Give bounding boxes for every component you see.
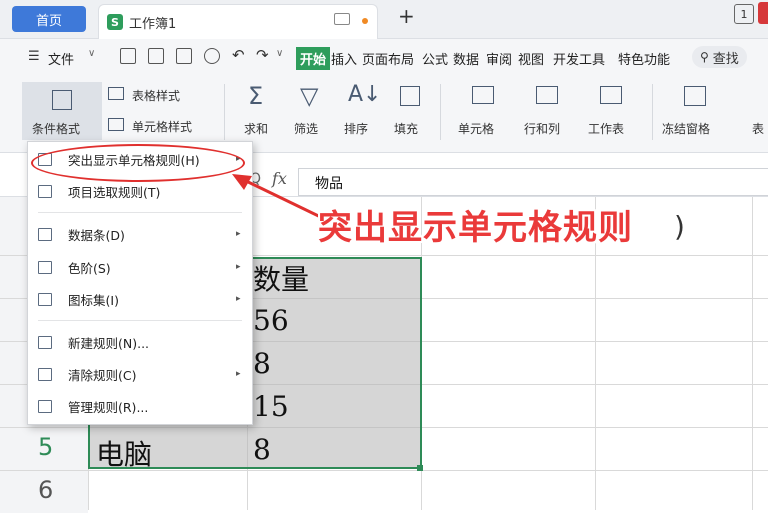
print-icon[interactable] bbox=[148, 48, 164, 64]
formula-input[interactable]: 物品 bbox=[298, 168, 768, 196]
ribbon-divider bbox=[652, 84, 653, 140]
annotation-label: 突出显示单元格规则 bbox=[318, 208, 633, 248]
tab-data[interactable]: 数据 bbox=[453, 49, 479, 68]
tab-insert[interactable]: 插入 bbox=[331, 49, 357, 68]
sort-icon: A↓ bbox=[348, 82, 382, 107]
cell-icon bbox=[472, 86, 494, 104]
clear-rules-icon bbox=[38, 367, 52, 381]
conditional-format-menu: 突出显示单元格规则(H) ▸ 项目选取规则(T) 数据条(D) ▸ 色阶(S) … bbox=[27, 141, 253, 425]
workbook-title: 工作簿1 bbox=[129, 17, 177, 32]
highlight-ellipse bbox=[31, 144, 245, 182]
submenu-arrow-icon: ▸ bbox=[236, 369, 241, 379]
cond-format-button[interactable]: 条件格式 bbox=[22, 82, 102, 140]
menu-divider bbox=[38, 320, 242, 321]
table-style-button[interactable]: 表格样式 bbox=[132, 87, 180, 104]
tab-view[interactable]: 视图 bbox=[518, 49, 544, 68]
tab-formula[interactable]: 公式 bbox=[422, 49, 448, 68]
tab-developer[interactable]: 开发工具 bbox=[553, 49, 605, 68]
format-painter-icon[interactable] bbox=[204, 48, 220, 64]
cell-b3[interactable]: 8 bbox=[253, 347, 271, 380]
save-icon[interactable] bbox=[120, 48, 136, 64]
cell-style-button[interactable]: 单元格样式 bbox=[132, 118, 192, 135]
fill-icon bbox=[400, 86, 420, 106]
redo-icon[interactable]: ↷ bbox=[256, 46, 269, 64]
row-number-6[interactable]: 6 bbox=[38, 476, 53, 504]
sort-button[interactable]: 排序 bbox=[344, 120, 368, 137]
tab-features[interactable]: 特色功能 bbox=[618, 49, 670, 68]
undo-icon[interactable]: ↶ bbox=[232, 46, 245, 64]
menu-item-label: 清除规则(C) bbox=[68, 367, 137, 383]
home-tab[interactable]: 首页 bbox=[12, 6, 86, 32]
cell-b2[interactable]: 56 bbox=[253, 304, 289, 337]
cell-b1[interactable]: 数量 bbox=[253, 258, 309, 298]
filter-icon: ▽ bbox=[300, 82, 319, 110]
menu-item-label: 新建规则(N)... bbox=[68, 335, 150, 351]
menu-divider bbox=[38, 212, 242, 213]
table-tools-button[interactable]: 表 bbox=[752, 120, 764, 137]
quick-access-chevron-icon[interactable]: ∨ bbox=[276, 48, 283, 59]
data-bars-icon bbox=[38, 227, 52, 241]
icon-sets-icon bbox=[38, 292, 52, 306]
spreadsheet-app-icon: S bbox=[107, 14, 123, 30]
worksheet-icon bbox=[600, 86, 622, 104]
conditional-format-icon bbox=[52, 90, 72, 110]
sum-button[interactable]: 求和 bbox=[244, 120, 268, 137]
worksheet-button[interactable]: 工作表 bbox=[588, 120, 624, 137]
top-bottom-rules-icon bbox=[38, 184, 52, 198]
file-menu[interactable]: 文件 bbox=[48, 49, 74, 68]
freeze-panes-button[interactable]: 冻结窗格 bbox=[662, 120, 710, 137]
new-tab-button[interactable]: + bbox=[398, 4, 415, 28]
freeze-panes-icon bbox=[684, 86, 706, 106]
chevron-down-icon[interactable]: ∨ bbox=[88, 48, 95, 59]
manage-rules-icon bbox=[38, 399, 52, 413]
submenu-arrow-icon: ▸ bbox=[236, 294, 241, 304]
tab-start[interactable]: 开始 bbox=[296, 47, 331, 70]
row-number-5[interactable]: 5 bbox=[38, 433, 53, 461]
cond-format-label: 条件格式 bbox=[32, 122, 81, 136]
unsaved-dot-icon bbox=[362, 18, 368, 24]
cell-style-icon bbox=[108, 118, 124, 131]
menu-item-label: 图标集(I) bbox=[68, 292, 119, 308]
menu-item-color-scales[interactable]: 色阶(S) ▸ bbox=[28, 252, 250, 282]
tab-page-layout[interactable]: 页面布局 bbox=[362, 49, 414, 68]
ribbon-divider bbox=[224, 84, 225, 140]
window-close-button[interactable] bbox=[758, 2, 768, 24]
menu-item-icon-sets[interactable]: 图标集(I) ▸ bbox=[28, 284, 250, 314]
table-style-icon bbox=[108, 87, 124, 100]
menu-item-label: 项目选取规则(T) bbox=[68, 184, 161, 200]
workbook-tab[interactable]: S 工作簿1 bbox=[98, 4, 378, 39]
page-count-badge[interactable]: 1 bbox=[734, 4, 754, 24]
fill-handle[interactable] bbox=[417, 465, 423, 471]
menu-item-label: 色阶(S) bbox=[68, 260, 111, 276]
search-label: 查找 bbox=[712, 51, 739, 67]
fill-button[interactable]: 填充 bbox=[394, 120, 418, 137]
monitor-icon[interactable] bbox=[334, 13, 350, 25]
cell-b5[interactable]: 8 bbox=[253, 433, 271, 466]
partial-column-glyph: ) bbox=[674, 210, 685, 243]
menu-item-data-bars[interactable]: 数据条(D) ▸ bbox=[28, 219, 250, 249]
menu-item-label: 管理规则(R)... bbox=[68, 399, 149, 415]
cell-button[interactable]: 单元格 bbox=[458, 120, 494, 137]
filter-button[interactable]: 筛选 bbox=[294, 120, 318, 137]
submenu-arrow-icon: ▸ bbox=[236, 262, 241, 272]
menu-item-clear-rules[interactable]: 清除规则(C) ▸ bbox=[28, 359, 250, 389]
search-icon: ⚲ bbox=[700, 50, 709, 64]
tab-review[interactable]: 审阅 bbox=[486, 49, 512, 68]
cell-a5[interactable]: 电脑 bbox=[96, 433, 152, 473]
cell-b4[interactable]: 15 bbox=[253, 390, 289, 423]
sum-icon: Σ bbox=[248, 82, 264, 110]
row-col-button[interactable]: 行和列 bbox=[524, 120, 560, 137]
grid-line bbox=[752, 197, 753, 510]
row-col-icon bbox=[536, 86, 558, 104]
search-box[interactable]: ⚲ 查找 bbox=[692, 46, 747, 68]
menu-item-label: 数据条(D) bbox=[68, 227, 125, 243]
hamburger-icon[interactable]: ☰ bbox=[28, 49, 40, 64]
ribbon-divider bbox=[440, 84, 441, 140]
print-preview-icon[interactable] bbox=[176, 48, 192, 64]
tab-bar: 首页 S 工作簿1 + 1 bbox=[0, 0, 768, 39]
menu-item-manage-rules[interactable]: 管理规则(R)... bbox=[28, 391, 250, 421]
color-scales-icon bbox=[38, 260, 52, 274]
menu-item-new-rule[interactable]: 新建规则(N)... bbox=[28, 327, 250, 357]
new-rule-icon bbox=[38, 335, 52, 349]
